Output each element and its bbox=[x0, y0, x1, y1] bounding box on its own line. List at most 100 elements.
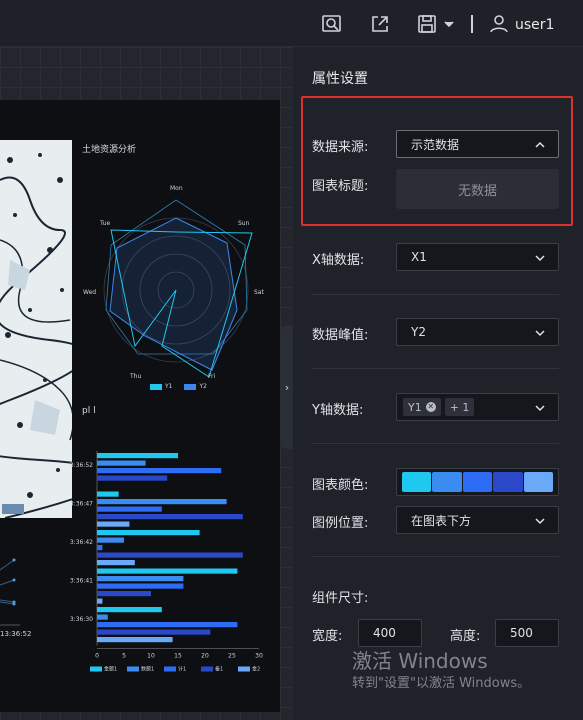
x-axis-value: X1 bbox=[411, 250, 427, 264]
data-source-select[interactable]: 示范数据 bbox=[396, 130, 559, 158]
legend-swatch[interactable] bbox=[238, 666, 250, 672]
bar-title: pl l bbox=[82, 406, 96, 416]
peak-select[interactable]: Y2 bbox=[396, 318, 559, 346]
bar[interactable] bbox=[97, 530, 200, 536]
bar[interactable] bbox=[97, 545, 103, 551]
export-icon[interactable] bbox=[369, 13, 391, 35]
chevron-down-icon bbox=[535, 330, 545, 337]
size-label: 组件尺寸: bbox=[312, 591, 369, 606]
legend-label: 备1 bbox=[215, 666, 223, 673]
radar-axis-wed: Wed bbox=[83, 289, 96, 296]
peak-value: Y2 bbox=[411, 325, 426, 339]
legend-swatch[interactable] bbox=[127, 666, 139, 672]
dropdown-empty-text: 无数据 bbox=[457, 183, 497, 199]
x-axis-label: X轴数据: bbox=[312, 253, 365, 268]
bar[interactable] bbox=[97, 629, 211, 635]
bar-category-label: 3:36:41 bbox=[70, 578, 93, 585]
collapse-panel-toggle[interactable]: › bbox=[281, 325, 293, 449]
bar[interactable] bbox=[97, 453, 178, 459]
x-tick-label: 20 bbox=[201, 653, 209, 660]
horizontal-bar-chart[interactable]: 3:36:52 3:36:47 3:36:42 3:36:41 3:36:30 0 5 10 1… bbox=[62, 423, 280, 703]
legend-position-select[interactable]: 在图表下方 bbox=[396, 506, 559, 534]
legend-label: 金额1 bbox=[104, 666, 117, 673]
toolbar-divider bbox=[471, 15, 473, 33]
legend-label: 数额1 bbox=[141, 666, 154, 673]
x-tick-label: 25 bbox=[228, 653, 236, 660]
user-menu[interactable]: user1 bbox=[489, 13, 554, 37]
radar-title: 土地资源分析 bbox=[82, 145, 137, 155]
editor-canvas[interactable]: 13:36:52 土地资源分析 Mon Sun Sat Fri Thu Wed … bbox=[0, 47, 293, 720]
color-swatch bbox=[523, 472, 554, 492]
chevron-down-icon bbox=[535, 255, 545, 262]
bar[interactable] bbox=[97, 622, 238, 628]
bar[interactable] bbox=[97, 537, 124, 543]
separator bbox=[312, 368, 559, 369]
x-tick-label: 5 bbox=[122, 653, 126, 660]
bar[interactable] bbox=[97, 637, 173, 643]
legend-swatch[interactable] bbox=[164, 666, 176, 672]
legend-item-y1[interactable]: Y1 bbox=[150, 383, 172, 390]
legend-item-y2[interactable]: Y2 bbox=[184, 383, 207, 390]
bar[interactable] bbox=[97, 576, 184, 582]
top-bar: user1 bbox=[0, 0, 583, 47]
bar-category-label: 3:36:42 bbox=[70, 539, 93, 546]
chevron-down-icon bbox=[535, 518, 545, 525]
bar[interactable] bbox=[97, 560, 135, 566]
height-label: 高度: bbox=[450, 629, 481, 644]
bar[interactable] bbox=[97, 491, 119, 497]
y-axis-tag-y1[interactable]: Y1 ✕ bbox=[403, 398, 441, 416]
bar[interactable] bbox=[97, 468, 222, 474]
bar[interactable] bbox=[97, 552, 243, 558]
y-axis-label: Y轴数据: bbox=[312, 403, 364, 418]
height-input[interactable]: 500 bbox=[495, 619, 559, 647]
bar-category-label: 3:36:47 bbox=[70, 501, 93, 508]
bar[interactable] bbox=[97, 506, 162, 512]
x-axis-select[interactable]: X1 bbox=[396, 243, 559, 271]
bar[interactable] bbox=[97, 514, 243, 520]
color-swatch bbox=[432, 472, 462, 492]
color-label: 图表颜色: bbox=[312, 478, 369, 493]
save-icon[interactable] bbox=[417, 13, 457, 35]
data-source-dropdown: 无数据 bbox=[396, 169, 559, 209]
bar[interactable] bbox=[97, 460, 146, 466]
radar-axis-sat: Sat bbox=[254, 289, 264, 296]
peak-label: 数据峰值: bbox=[312, 328, 369, 343]
bar[interactable] bbox=[97, 614, 108, 620]
separator bbox=[312, 443, 559, 444]
width-input[interactable]: 400 bbox=[358, 619, 422, 647]
bar[interactable] bbox=[97, 499, 227, 505]
property-panel: 属性设置 数据来源: 示范数据 图表标题: 无数据 X轴数据: X1 数据峰值:… bbox=[293, 47, 583, 720]
bar-category-label: 3:36:52 bbox=[70, 462, 93, 469]
bar-category-label: 3:36:30 bbox=[70, 616, 93, 623]
legend-position-label: 图例位置: bbox=[312, 516, 369, 531]
y-axis-multiselect[interactable]: Y1 ✕ + 1 bbox=[396, 393, 559, 421]
user-name: user1 bbox=[515, 17, 555, 33]
chevron-right-icon: › bbox=[284, 380, 290, 394]
bar[interactable] bbox=[97, 591, 151, 597]
bar[interactable] bbox=[97, 607, 162, 613]
legend-swatch[interactable] bbox=[90, 666, 102, 672]
dashboard-preview[interactable]: 13:36:52 土地资源分析 Mon Sun Sat Fri Thu Wed … bbox=[0, 100, 280, 712]
x-tick-label: 30 bbox=[255, 653, 263, 660]
chevron-up-icon bbox=[535, 141, 545, 148]
color-swatch bbox=[402, 472, 432, 492]
bar[interactable] bbox=[97, 521, 130, 527]
color-palette-picker[interactable] bbox=[396, 468, 559, 496]
color-swatch bbox=[462, 472, 493, 492]
bar[interactable] bbox=[97, 583, 184, 589]
map-attribution bbox=[2, 504, 24, 514]
close-icon[interactable]: ✕ bbox=[425, 402, 436, 412]
user-icon bbox=[489, 13, 509, 37]
radar-axis-sun: Sun bbox=[238, 220, 250, 227]
x-tick-label: 10 bbox=[147, 653, 155, 660]
data-source-label: 数据来源: bbox=[312, 140, 369, 155]
bar[interactable] bbox=[97, 568, 238, 574]
bar[interactable] bbox=[97, 475, 168, 481]
radar-axis-tue: Tue bbox=[99, 220, 111, 227]
legend-label: 计1 bbox=[178, 666, 186, 673]
legend-swatch[interactable] bbox=[201, 666, 213, 672]
radar-chart[interactable]: Mon Sun Sat Fri Thu Wed Tue bbox=[78, 170, 278, 410]
x-tick-label: 15 bbox=[174, 653, 182, 660]
search-doc-icon[interactable] bbox=[321, 13, 343, 35]
bar[interactable] bbox=[97, 598, 103, 604]
